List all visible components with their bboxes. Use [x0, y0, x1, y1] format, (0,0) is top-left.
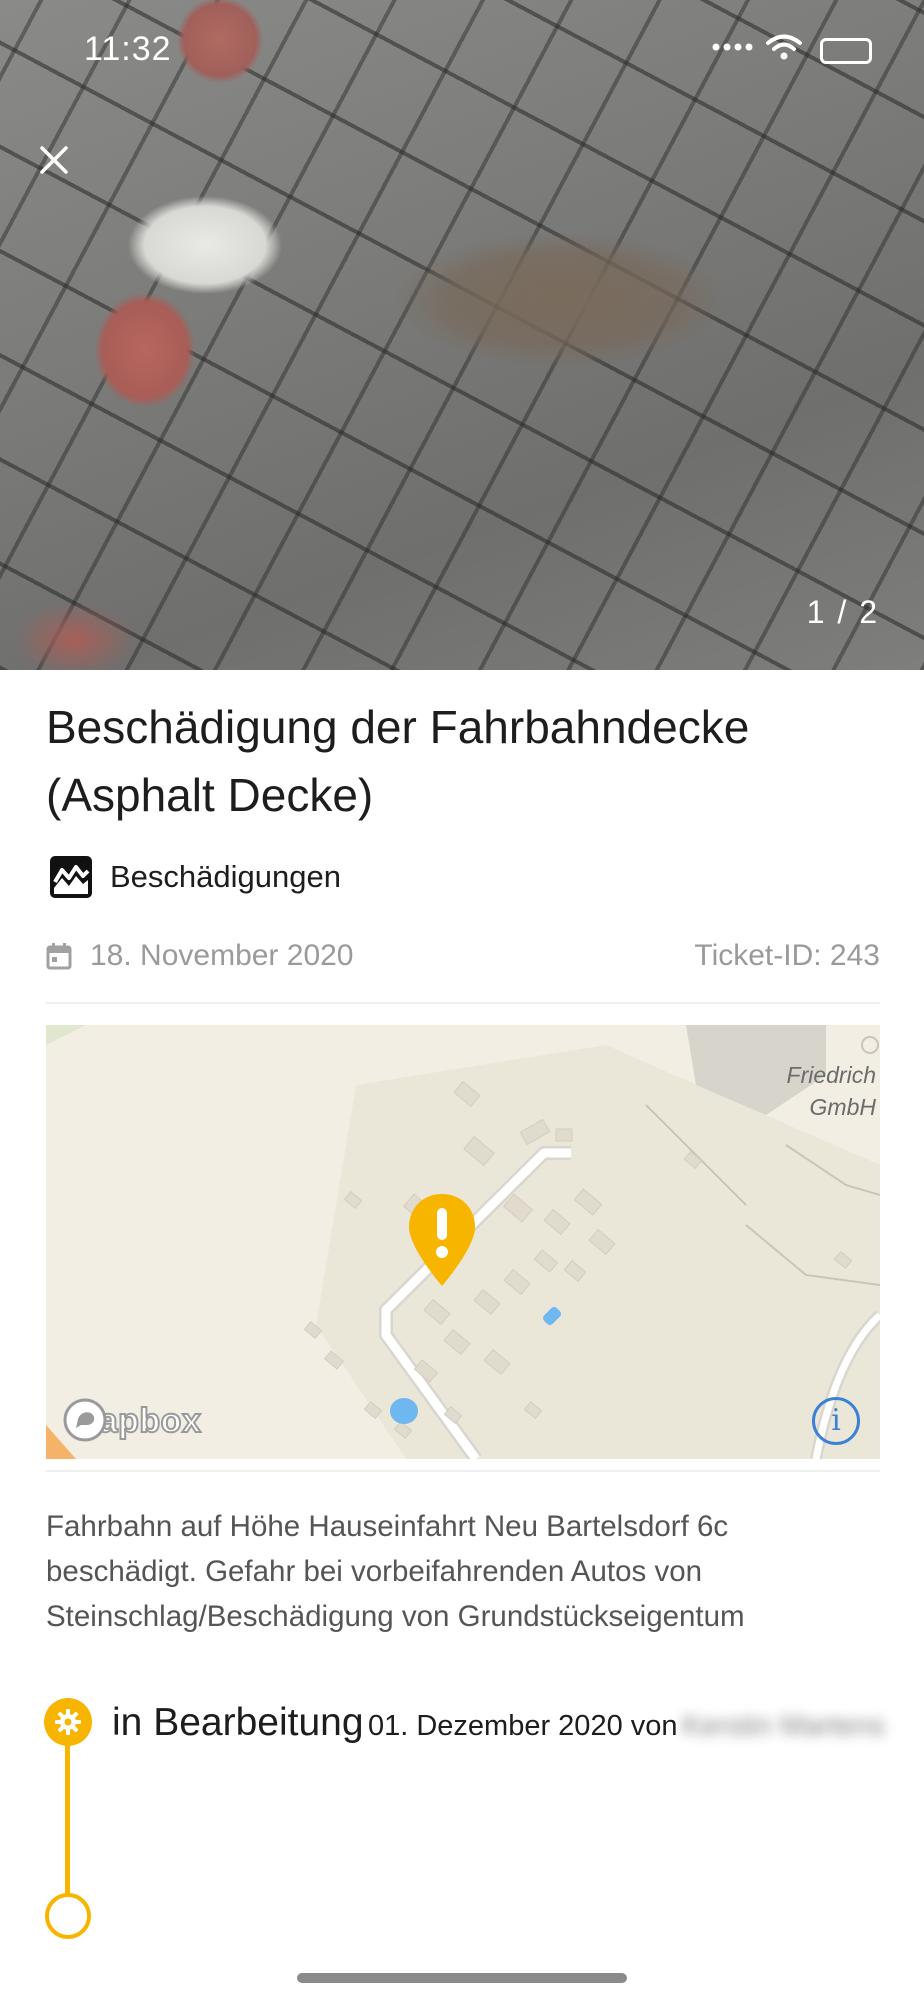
timeline-status: in Bearbeitung — [112, 1701, 364, 1744]
report-date: 18. November 2020 — [46, 939, 354, 973]
map-info-button[interactable]: i — [812, 1397, 860, 1445]
mapbox-logo-icon — [63, 1398, 107, 1442]
map-place-label-line1: Friedrich — [786, 1062, 876, 1088]
report-date-text: 18. November 2020 — [90, 939, 354, 972]
home-indicator[interactable] — [297, 1973, 627, 1983]
location-map[interactable]: Friedrich GmbH mapbox i — [46, 1025, 880, 1459]
status-time: 11:32 — [84, 30, 172, 68]
report-category: Beschädigungen — [50, 855, 341, 899]
timeline-status-marker — [44, 1698, 92, 1746]
ticket-id: Ticket-ID: 243 — [694, 939, 880, 972]
mapbox-attribution[interactable]: mapbox — [62, 1397, 202, 1445]
photo-page-indicator: 1 / 2 — [806, 594, 879, 630]
calendar-icon — [46, 943, 72, 970]
report-meta: 18. November 2020 Ticket-ID: 243 — [46, 936, 880, 976]
divider — [46, 1470, 880, 1472]
status-bar: 11:32 — [0, 0, 924, 100]
timeline-date: 01. Dezember 2020 von — [367, 1710, 678, 1742]
map-place-label: Friedrich GmbH — [786, 1059, 876, 1123]
report-title: Beschädigung der Fahrbahndecke (Asphalt … — [46, 701, 750, 821]
gear-icon — [55, 1709, 81, 1735]
damage-category-icon — [50, 856, 92, 898]
location-marker-icon[interactable] — [407, 1192, 477, 1288]
timeline-connector — [65, 1744, 70, 1894]
timeline-end-marker — [45, 1893, 91, 1939]
map-place-label-line2: GmbH — [809, 1094, 876, 1120]
close-icon[interactable] — [30, 136, 78, 184]
wifi-icon — [766, 34, 802, 60]
report-photo[interactable]: 11:32 1 / 2 — [0, 0, 924, 670]
divider — [46, 1002, 880, 1004]
cellular-signal-icon — [712, 43, 753, 51]
report-description: Fahrbahn auf Höhe Hauseinfahrt Neu Barte… — [46, 1510, 745, 1633]
battery-icon — [820, 38, 872, 64]
category-label: Beschädigungen — [110, 859, 341, 894]
timeline-author: Kerstin Martens — [681, 1710, 886, 1742]
timeline-entry: in Bearbeitung 01. Dezember 2020 von Ker… — [112, 1700, 892, 1754]
